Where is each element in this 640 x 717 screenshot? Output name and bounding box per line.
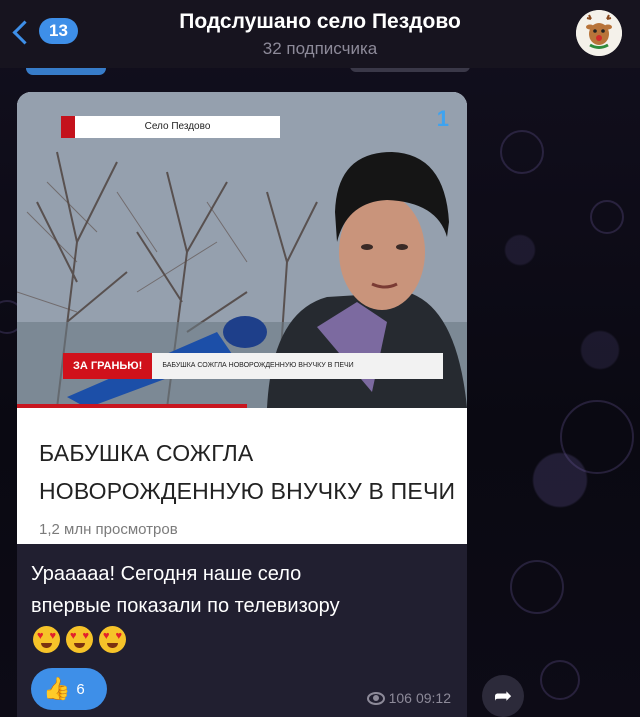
- share-button[interactable]: ➦: [482, 675, 524, 717]
- video-views: 1,2 млн просмотров: [39, 521, 178, 538]
- headline-line-1: БАБУШКА СОЖГЛА: [39, 440, 254, 466]
- post-caption: Урааааа! Сегодня наше село впервые показ…: [31, 558, 451, 622]
- reaction-button[interactable]: 👍 6: [31, 668, 107, 710]
- ticker-text: БАБУШКА СОЖГЛА НОВОРОЖДЕННУЮ ВНУЧКУ В ПЕ…: [152, 353, 443, 379]
- headline-line-2: НОВОРОЖДЕННУЮ ВНУЧКУ В ПЕЧИ: [39, 478, 456, 504]
- heart-eyes-emoji-icon: [33, 626, 60, 653]
- channel-title[interactable]: Подслушано село Пездово: [0, 10, 640, 34]
- deer-avatar-icon: [576, 10, 622, 56]
- eye-icon: [366, 691, 385, 705]
- previous-message-reaction: [26, 68, 106, 75]
- emoji-row: [33, 626, 126, 653]
- share-arrow-icon: ➦: [493, 683, 513, 708]
- channel-post: Село Пездово 1 ЗА ГРАНЬЮ! БАБУШКА СОЖГЛА…: [17, 92, 467, 717]
- news-headline: БАБУШКА СОЖГЛА НОВОРОЖДЕННУЮ ВНУЧКУ В ПЕ…: [39, 434, 459, 510]
- caption-line-2: впервые показали по телевизору: [31, 595, 340, 617]
- chat-header: 13 Подслушано село Пездово 32 подписчика: [0, 0, 640, 68]
- post-meta: 106 09:12: [366, 690, 451, 706]
- tv-channel-logo-icon: 1: [436, 106, 449, 131]
- post-views: 106: [388, 690, 412, 706]
- heart-eyes-emoji-icon: [99, 626, 126, 653]
- news-ticker: ЗА ГРАНЬЮ! БАБУШКА СОЖГЛА НОВОРОЖДЕННУЮ …: [63, 353, 443, 379]
- caption-line-1: Урааааа! Сегодня наше село: [31, 563, 302, 585]
- reaction-count: 6: [76, 680, 85, 698]
- post-image[interactable]: Село Пездово 1 ЗА ГРАНЬЮ! БАБУШКА СОЖГЛА…: [17, 92, 467, 544]
- location-tag: Село Пездово: [61, 116, 280, 138]
- thumbs-up-icon: 👍: [43, 676, 71, 701]
- tv-screenshot: Село Пездово 1 ЗА ГРАНЬЮ! БАБУШКА СОЖГЛА…: [17, 92, 467, 408]
- channel-avatar[interactable]: [576, 10, 622, 56]
- heart-eyes-emoji-icon: [66, 626, 93, 653]
- ticker-label: ЗА ГРАНЬЮ!: [63, 353, 153, 379]
- post-time: 09:12: [415, 690, 451, 706]
- progress-line: [17, 404, 247, 408]
- channel-subscribers: 32 подписчика: [262, 39, 378, 58]
